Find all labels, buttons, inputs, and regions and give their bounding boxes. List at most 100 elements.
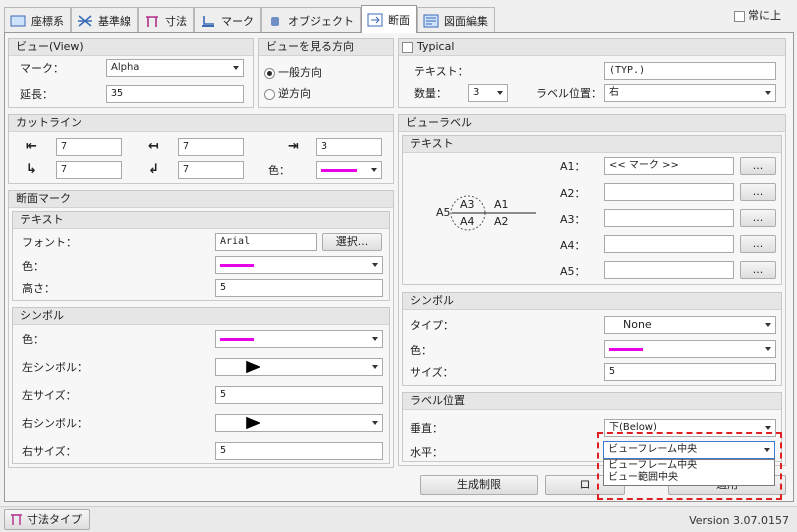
tab-object[interactable]: オブジェクト [261,7,361,33]
diagram-a5: A5 [436,206,451,219]
label-position-title: ラベル位置 [403,393,781,410]
cutline-end-icon: ⇥ [288,139,299,154]
height-input[interactable]: 5 [215,279,383,297]
chevron-down-icon [497,91,503,95]
section-text-title: テキスト [13,212,389,229]
tab-grid[interactable]: 基準線 [71,7,138,33]
dimension-icon [10,513,23,532]
view-symbol-color-select[interactable] [604,340,776,358]
cutline-length-input[interactable]: 7 [178,138,244,156]
version-label: Version 3.07.0157 [689,514,789,527]
dimension-type-button[interactable]: 寸法タイプ [4,509,90,530]
diagram-a1: A1 [494,198,509,211]
section-mark-title: 断面マーク [9,191,393,208]
tab-drawing-edit[interactable]: 図面編集 [417,7,495,33]
typical-checkbox[interactable] [402,42,413,53]
cutline-group-title: カットライン [9,115,393,132]
diagram-a2: A2 [494,215,509,228]
status-bar: 寸法タイプ Version 3.07.0157 [0,506,797,532]
a5-input[interactable] [604,261,734,279]
symbol-color-select[interactable] [215,330,383,348]
direction-reverse-label: 逆方向 [278,87,311,100]
direction-reverse-radio[interactable] [264,89,275,100]
left-size-input[interactable]: 5 [215,386,383,404]
left-size-label: 左サイズ： [22,389,77,402]
view-symbol-size-label: サイズ： [410,366,454,379]
a2-label: A2： [560,187,586,200]
diagram-a4: A4 [460,215,475,228]
a5-label: A5： [560,265,586,278]
tab-dimension[interactable]: 寸法 [138,7,194,33]
view-symbol-color-label: 色： [410,344,432,357]
tab-coordinate[interactable]: 座標系 [4,7,71,33]
view-symbol-size-input[interactable]: 5 [604,363,776,381]
grid-icon [77,14,93,28]
extend-input[interactable]: 35 [106,85,244,103]
horizontal-label: 水平： [410,446,443,459]
cutline-extend-input[interactable]: 7 [178,161,244,179]
font-input[interactable]: Arial [215,233,317,251]
extend-label: 延長： [20,88,53,101]
a2-input[interactable] [604,183,734,201]
view-label-text-title: テキスト [403,136,781,153]
mark-icon [200,14,216,28]
a4-browse-button[interactable]: ... [740,235,776,253]
a4-input[interactable] [604,235,734,253]
color-swatch [220,264,254,267]
font-select-button[interactable]: 選択... [322,233,382,251]
a2-browse-button[interactable]: ... [740,183,776,201]
direction-normal-radio[interactable] [264,68,275,79]
vertical-label: 垂直： [410,422,443,435]
a3-label: A3： [560,213,586,226]
type-select[interactable]: None [604,316,776,334]
direction-group-title: ビューを見る方向 [259,39,393,56]
a1-input[interactable]: << マーク >> [604,157,734,175]
tab-section[interactable]: 断面 [361,5,417,33]
a3-browse-button[interactable]: ... [740,209,776,227]
type-label: タイプ： [410,319,454,332]
section-symbol-title: シンボル [13,308,389,325]
cutline-gap-input[interactable]: 7 [56,161,122,179]
tab-mark[interactable]: マーク [194,7,261,33]
chevron-down-icon [765,323,771,327]
always-on-top-label: 常に上 [748,9,781,22]
quantity-label: 数量： [414,87,447,100]
a3-input[interactable] [604,209,734,227]
right-symbol-select[interactable] [215,414,383,432]
cutline-extend-icon: ↲ [148,162,159,177]
a1-browse-button[interactable]: ... [740,157,776,175]
cutline-length-icon: ↤ [148,139,159,154]
typical-text-label: テキスト： [414,65,469,78]
text-color-label: 色： [22,260,44,273]
chevron-down-icon [765,426,771,430]
right-size-input[interactable]: 5 [215,442,383,460]
highlight-box [597,432,782,500]
label-diagram: A5 A3 A4 A1 A2 [432,195,542,231]
right-symbol-label: 右シンボル： [22,417,88,430]
mark-select[interactable]: Alpha [106,59,244,77]
object-icon [267,14,283,28]
view-label-symbol-title: シンボル [403,293,781,310]
arrow-flag-icon [246,416,262,431]
cutline-end-input[interactable]: 3 [316,138,382,156]
chevron-down-icon [372,365,378,369]
always-on-top-checkbox[interactable] [734,11,745,22]
typical-text-input[interactable]: (TYP.) [604,62,776,80]
chevron-down-icon [372,337,378,341]
left-symbol-select[interactable] [215,358,383,376]
cutline-offset-icon: ⇤ [26,139,37,154]
height-label: 高さ： [22,282,55,295]
text-color-select[interactable] [215,256,383,274]
symbol-color-label: 色： [22,333,44,346]
font-label: フォント： [22,236,77,249]
chevron-down-icon [371,168,377,172]
quantity-select[interactable]: 3 [468,84,508,102]
cutline-offset-input[interactable]: 7 [56,138,122,156]
drawing-edit-icon [423,14,439,28]
generate-limit-button[interactable]: 生成制限 [420,475,538,495]
a5-browse-button[interactable]: ... [740,261,776,279]
a1-label: A1： [560,160,586,173]
cutline-color-select[interactable] [316,161,382,179]
label-position-select[interactable]: 右 [604,84,776,102]
chevron-down-icon [233,66,239,70]
